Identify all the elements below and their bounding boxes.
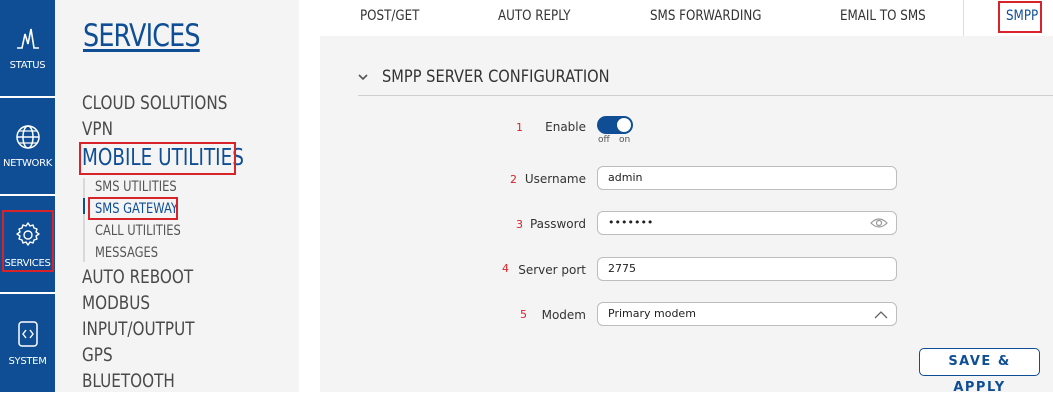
submenu-sms-utilities[interactable]: SMS UTILITIES xyxy=(95,179,177,195)
tab-email-to-sms[interactable]: EMAIL TO SMS xyxy=(840,8,926,24)
username-field[interactable]: admin xyxy=(597,166,897,190)
modem-value: Primary modem xyxy=(608,307,696,320)
menu-item-input-output[interactable]: INPUT/OUTPUT xyxy=(82,318,195,340)
rail-system-label: SYSTEM xyxy=(8,355,47,367)
server-port-field[interactable]: 2775 xyxy=(597,257,897,281)
tab-bar: POST/GET AUTO REPLY SMS FORWARDING EMAIL… xyxy=(299,0,1053,36)
toggle-off-label: off xyxy=(598,135,610,145)
menu-title[interactable]: SERVICES xyxy=(83,18,201,54)
section-title[interactable]: SMPP SERVER CONFIGURATION xyxy=(382,67,610,87)
chevron-up-icon xyxy=(874,311,888,319)
server-port-label: Server port xyxy=(518,263,586,277)
section-divider xyxy=(358,95,1053,96)
modem-select[interactable]: Primary modem xyxy=(597,302,897,326)
tab-auto-reply[interactable]: AUTO REPLY xyxy=(498,8,571,24)
status-icon xyxy=(16,28,39,49)
submenu-call-utilities[interactable]: CALL UTILITIES xyxy=(95,223,181,239)
password-label: Password xyxy=(529,217,586,231)
rail-system[interactable]: SYSTEM xyxy=(0,294,55,392)
username-label: Username xyxy=(524,172,586,186)
tab-post-get[interactable]: POST/GET xyxy=(360,8,419,24)
step-number-2: 2 xyxy=(510,173,517,186)
modem-label: Modem xyxy=(541,308,586,322)
step-number-4: 4 xyxy=(502,262,509,275)
gear-icon xyxy=(15,221,40,246)
enable-toggle[interactable] xyxy=(597,116,633,134)
tab-sms-forwarding[interactable]: SMS FORWARDING xyxy=(650,8,761,24)
tab-smpp[interactable]: SMPP xyxy=(1006,8,1038,24)
main-content: POST/GET AUTO REPLY SMS FORWARDING EMAIL… xyxy=(299,0,1053,392)
save-apply-button[interactable]: SAVE & APPLY xyxy=(919,348,1040,395)
password-field[interactable]: ••••••• xyxy=(597,211,897,235)
rail-network[interactable]: NETWORK xyxy=(0,98,55,194)
services-menu: SERVICES CLOUD SOLUTIONS VPN MOBILE UTIL… xyxy=(55,0,299,392)
password-value: ••••••• xyxy=(608,216,654,229)
toggle-on-label: on xyxy=(619,135,631,145)
submenu-line xyxy=(83,178,85,262)
menu-item-auto-reboot[interactable]: AUTO REBOOT xyxy=(82,266,193,288)
submenu-sms-gateway[interactable]: SMS GATEWAY xyxy=(95,201,178,217)
menu-item-bluetooth[interactable]: BLUETOOTH xyxy=(82,370,175,392)
rail-status-label: STATUS xyxy=(9,59,46,71)
menu-item-modbus[interactable]: MODBUS xyxy=(82,292,150,314)
rail-services-label: SERVICES xyxy=(4,257,51,269)
rail-network-label: NETWORK xyxy=(2,157,53,169)
enable-label: Enable xyxy=(545,120,586,134)
menu-item-vpn[interactable]: VPN xyxy=(82,118,113,140)
menu-item-gps[interactable]: GPS xyxy=(82,344,113,366)
globe-icon xyxy=(15,124,40,149)
menu-item-cloud[interactable]: CLOUD SOLUTIONS xyxy=(82,92,227,114)
code-icon xyxy=(17,320,38,347)
chevron-down-icon[interactable] xyxy=(358,72,368,82)
icon-rail: STATUS NETWORK SERVICES SYSTEM xyxy=(0,0,55,392)
rail-status[interactable]: STATUS xyxy=(0,0,55,96)
submenu-messages[interactable]: MESSAGES xyxy=(95,245,158,261)
rail-services[interactable]: SERVICES xyxy=(0,196,55,292)
menu-item-mobile-utilities[interactable]: MOBILE UTILITIES xyxy=(82,145,244,171)
eye-icon[interactable] xyxy=(870,217,888,229)
